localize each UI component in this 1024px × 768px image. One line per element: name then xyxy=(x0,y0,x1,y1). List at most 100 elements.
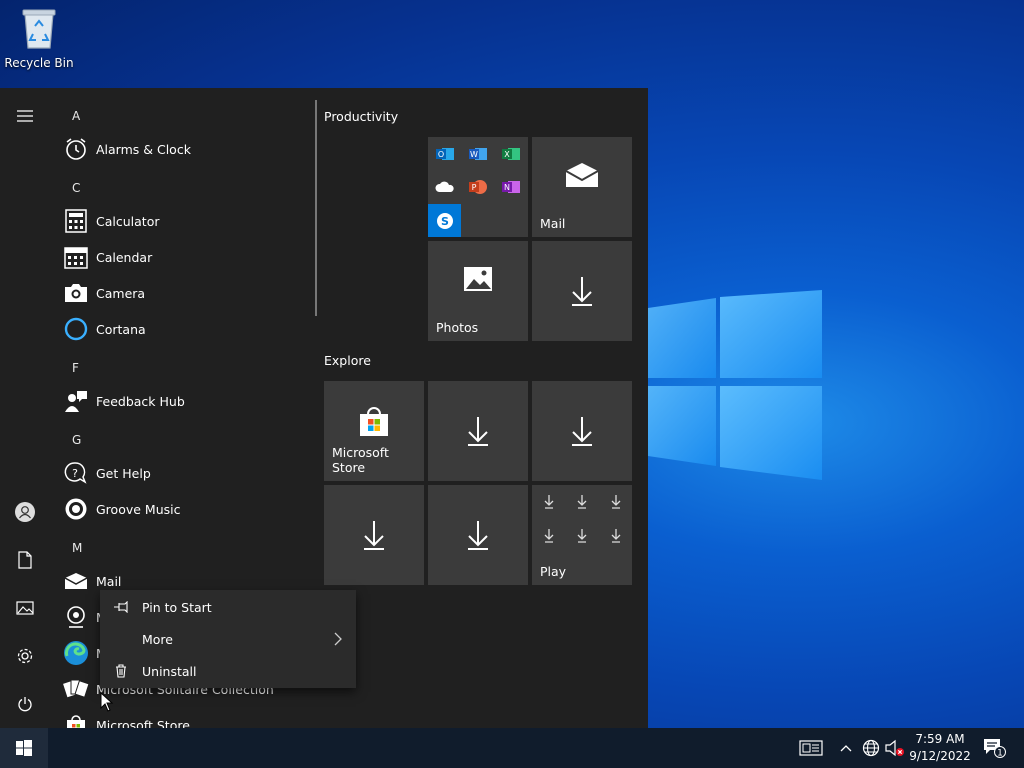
menu-item-pin-to-start[interactable]: Pin to Start xyxy=(100,591,356,623)
taskbar-clock[interactable]: 7:59 AM 9/12/2022 xyxy=(905,731,975,765)
app-calendar[interactable]: Calendar xyxy=(62,241,312,273)
maps-icon xyxy=(62,603,90,631)
tile-label: Photos xyxy=(436,320,479,335)
show-hidden-icons-button[interactable] xyxy=(836,728,856,768)
app-name: Groove Music xyxy=(96,501,181,517)
pictures-icon xyxy=(16,601,34,615)
pin-icon xyxy=(100,601,142,613)
cortana-icon xyxy=(62,315,90,343)
tile-pending-download[interactable] xyxy=(324,485,424,585)
tile-photos[interactable]: Photos xyxy=(428,241,528,341)
context-menu: Pin to Start More Uninstall xyxy=(100,590,356,688)
tile-play-folder[interactable]: Play xyxy=(532,485,632,585)
tile-office-apps[interactable]: O W X P N S xyxy=(428,137,528,237)
taskbar: 7:59 AM 9/12/2022 1 xyxy=(0,728,1024,768)
mail-tile-icon xyxy=(532,125,632,225)
app-feedback-hub[interactable]: Feedback Hub xyxy=(62,385,312,417)
document-icon xyxy=(18,551,32,569)
letter-header-m[interactable]: M xyxy=(72,541,82,555)
app-name: Microsoft Store xyxy=(96,717,190,729)
letter-header-g[interactable]: G xyxy=(72,433,81,447)
tile-pending-download[interactable] xyxy=(428,381,528,481)
hamburger-icon xyxy=(17,110,33,122)
menu-item-label: Pin to Start xyxy=(142,599,212,615)
word-icon: W xyxy=(461,137,494,170)
svg-text:X: X xyxy=(504,150,510,159)
tile-mail[interactable]: Mail xyxy=(532,137,632,237)
tile-label: Mail xyxy=(540,216,566,231)
app-name: Calculator xyxy=(96,213,160,229)
download-arrow-icon xyxy=(324,485,424,585)
download-arrow-icon xyxy=(532,241,632,341)
documents-button[interactable] xyxy=(0,540,50,580)
menu-item-label: More xyxy=(142,631,173,647)
recycle-bin-desktop-icon[interactable]: Recycle Bin xyxy=(4,6,74,70)
download-arrow-icon xyxy=(532,381,632,481)
app-name: Feedback Hub xyxy=(96,393,185,409)
hamburger-menu-button[interactable] xyxy=(0,96,50,136)
svg-text:W: W xyxy=(470,150,478,159)
menu-item-uninstall[interactable]: Uninstall xyxy=(100,655,356,687)
app-list-scrollbar[interactable] xyxy=(315,100,317,316)
power-button[interactable] xyxy=(0,684,50,724)
svg-text:N: N xyxy=(504,183,510,192)
news-interests-button[interactable] xyxy=(796,728,826,768)
user-avatar-icon xyxy=(15,502,35,522)
alarm-clock-icon xyxy=(62,135,90,163)
solitaire-cards-icon xyxy=(62,675,90,703)
power-icon xyxy=(18,697,32,712)
network-button[interactable] xyxy=(860,728,882,768)
recycle-bin-icon xyxy=(22,9,56,49)
tile-pending-download[interactable] xyxy=(428,485,528,585)
group-title-productivity[interactable]: Productivity xyxy=(324,109,398,124)
feedback-hub-icon xyxy=(62,387,90,415)
menu-item-more[interactable]: More xyxy=(100,623,356,655)
svg-text:O: O xyxy=(437,150,443,159)
action-center-button[interactable]: 1 xyxy=(980,728,1008,768)
app-alarms-clock[interactable]: Alarms & Clock xyxy=(62,133,312,165)
app-name: Cortana xyxy=(96,321,146,337)
get-help-icon: ? xyxy=(62,459,90,487)
onenote-icon: N xyxy=(494,170,527,203)
recycle-bin-label: Recycle Bin xyxy=(4,56,74,70)
mail-icon xyxy=(62,567,90,595)
app-name: Mail xyxy=(96,573,122,589)
app-get-help[interactable]: ? Get Help xyxy=(62,457,312,489)
app-calculator[interactable]: Calculator xyxy=(62,205,312,237)
chevron-right-icon xyxy=(334,632,342,646)
start-rail xyxy=(0,88,50,728)
camera-icon xyxy=(62,279,90,307)
globe-network-icon xyxy=(862,739,880,757)
app-camera[interactable]: Camera xyxy=(62,277,312,309)
start-button[interactable] xyxy=(0,728,48,768)
tile-pending-download[interactable] xyxy=(532,241,632,341)
pictures-button[interactable] xyxy=(0,588,50,628)
letter-header-c[interactable]: C xyxy=(72,181,80,195)
tile-microsoft-store[interactable]: Microsoft Store xyxy=(324,381,424,481)
menu-item-label: Uninstall xyxy=(142,663,197,679)
photos-icon xyxy=(428,229,528,329)
volume-button[interactable] xyxy=(884,728,906,768)
notification-count: 1 xyxy=(997,749,1003,759)
clock-time: 7:59 AM xyxy=(915,732,965,746)
app-name: Get Help xyxy=(96,465,151,481)
letter-header-f[interactable]: F xyxy=(72,361,79,375)
svg-text:S: S xyxy=(441,215,449,228)
letter-header-a[interactable]: A xyxy=(72,109,80,123)
onedrive-icon xyxy=(428,170,461,203)
user-account-button[interactable] xyxy=(0,492,50,532)
news-icon xyxy=(799,740,823,756)
app-groove-music[interactable]: Groove Music xyxy=(62,493,312,525)
speaker-muted-icon xyxy=(885,739,904,757)
mouse-cursor-icon xyxy=(100,692,114,712)
svg-text:?: ? xyxy=(72,467,78,480)
windows-logo-icon xyxy=(16,740,32,756)
outlook-icon: O xyxy=(428,137,461,170)
notification-icon: 1 xyxy=(984,739,1006,759)
groove-music-icon xyxy=(62,495,90,523)
group-title-explore[interactable]: Explore xyxy=(324,353,371,368)
settings-button[interactable] xyxy=(0,636,50,676)
download-arrow-icon xyxy=(428,485,528,585)
tile-pending-download[interactable] xyxy=(532,381,632,481)
app-cortana[interactable]: Cortana xyxy=(62,313,312,345)
